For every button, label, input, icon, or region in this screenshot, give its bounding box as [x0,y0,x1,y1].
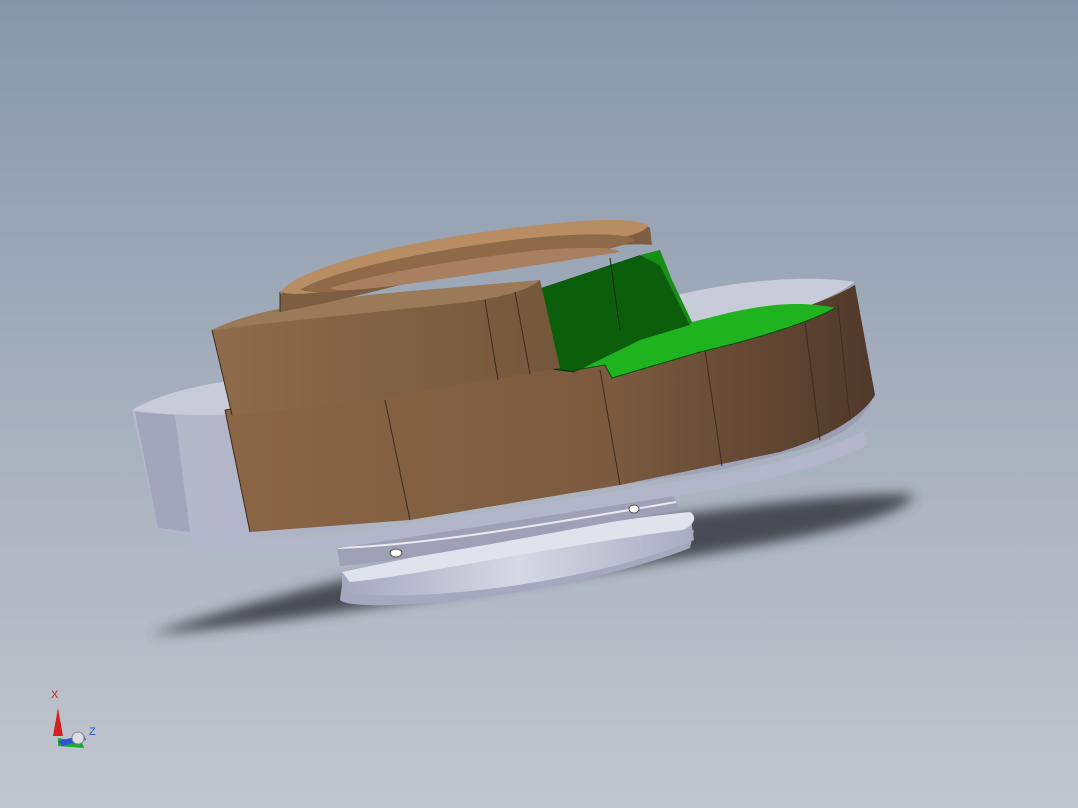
graphics-viewport[interactable]: X Z [0,0,1078,808]
axis-x-arrow [53,708,63,736]
hub-hole [628,504,640,514]
axis-z-label: Z [89,726,96,738]
3d-model-view[interactable] [0,0,1078,808]
hub-hole [389,548,403,558]
triad-origin [71,731,85,745]
axis-x-label: X [51,689,59,701]
coordinate-triad: X Z [51,689,96,748]
